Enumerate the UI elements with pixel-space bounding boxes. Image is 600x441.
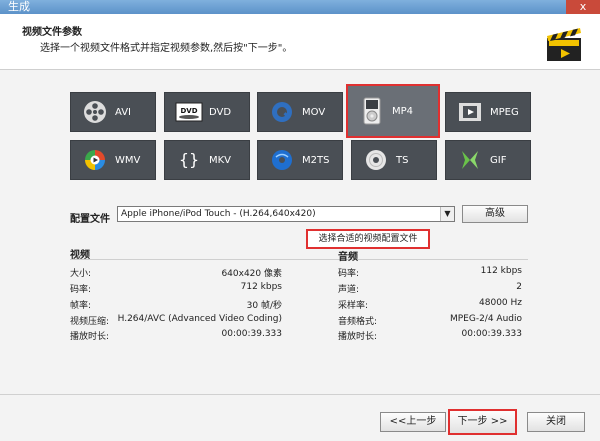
format-label: MKV bbox=[209, 154, 232, 166]
format-ts-button[interactable]: TS bbox=[351, 140, 437, 180]
format-label: GIF bbox=[490, 154, 507, 166]
title-bar: 生成 x bbox=[0, 0, 600, 14]
page-title: 视频文件参数 bbox=[22, 27, 82, 38]
audio-info-value: 00:00:39.333 bbox=[461, 329, 522, 339]
format-dvd-button[interactable]: DVD DVD bbox=[164, 92, 250, 132]
profile-dropdown-value: Apple iPhone/iPod Touch - (H.264,640x420… bbox=[121, 209, 316, 219]
film-reel-icon bbox=[79, 100, 111, 124]
gif-icon bbox=[454, 148, 486, 172]
disc-icon bbox=[360, 148, 392, 172]
format-label: TS bbox=[396, 154, 409, 166]
audio-info-value: MPEG-2/4 Audio bbox=[449, 314, 522, 324]
video-info-value: H.264/AVC (Advanced Video Coding) bbox=[117, 314, 282, 324]
page-subtitle: 选择一个视频文件格式并指定视频参数,然后按"下一步"。 bbox=[40, 43, 293, 54]
advanced-button[interactable]: 高级 bbox=[462, 205, 528, 223]
audio-info-key: 码率: bbox=[338, 269, 360, 279]
audio-section-title: 音频 bbox=[338, 252, 358, 263]
format-label: MP4 bbox=[392, 105, 414, 117]
dvd-icon: DVD bbox=[173, 102, 205, 122]
window-close-button[interactable]: x bbox=[566, 0, 600, 14]
next-button[interactable]: 下一步 >> bbox=[448, 409, 517, 435]
format-m2ts-button[interactable]: M2TS bbox=[257, 140, 343, 180]
video-info-value: 712 kbps bbox=[240, 282, 282, 292]
audio-info-key: 播放时长: bbox=[338, 332, 378, 342]
video-info-key: 帧率: bbox=[70, 301, 92, 311]
format-mov-button[interactable]: MOV bbox=[257, 92, 343, 132]
audio-info-value: 48000 Hz bbox=[479, 298, 522, 308]
video-info-value: 640x420 像素 bbox=[221, 269, 282, 279]
audio-info-value: 2 bbox=[516, 282, 522, 292]
audio-info-value: 112 kbps bbox=[480, 266, 522, 276]
format-label: WMV bbox=[115, 154, 141, 166]
section-divider bbox=[70, 259, 528, 260]
back-button[interactable]: <<上一步 bbox=[380, 412, 446, 432]
windows-media-icon bbox=[79, 148, 111, 172]
footer-divider bbox=[0, 394, 600, 395]
braces-icon: {} bbox=[173, 148, 205, 172]
video-info-key: 码率: bbox=[70, 285, 92, 295]
format-avi-button[interactable]: AVI bbox=[70, 92, 156, 132]
format-label: MPEG bbox=[490, 106, 519, 118]
format-label: MOV bbox=[302, 106, 326, 118]
format-mpeg-button[interactable]: MPEG bbox=[445, 92, 531, 132]
audio-info-key: 声道: bbox=[338, 285, 360, 295]
format-label: AVI bbox=[115, 106, 131, 118]
video-info-key: 播放时长: bbox=[70, 332, 110, 342]
quicktime-icon bbox=[266, 100, 298, 124]
ipod-icon bbox=[356, 97, 388, 125]
profile-dropdown[interactable]: Apple iPhone/iPod Touch - (H.264,640x420… bbox=[117, 206, 455, 222]
chevron-down-icon[interactable]: ▼ bbox=[440, 207, 454, 221]
format-mp4-button[interactable]: MP4 bbox=[346, 84, 440, 138]
format-gif-button[interactable]: GIF bbox=[445, 140, 531, 180]
video-info-value: 30 帧/秒 bbox=[246, 301, 282, 311]
audio-info-key: 音频格式: bbox=[338, 317, 378, 327]
format-wmv-button[interactable]: WMV bbox=[70, 140, 156, 180]
film-strip-icon bbox=[454, 102, 486, 122]
header-panel: 视频文件参数 选择一个视频文件格式并指定视频参数,然后按"下一步"。 bbox=[0, 14, 600, 70]
video-info-value: 00:00:39.333 bbox=[221, 329, 282, 339]
window-title: 生成 bbox=[8, 0, 30, 13]
format-label: DVD bbox=[209, 106, 232, 118]
close-button[interactable]: 关闭 bbox=[527, 412, 585, 432]
audio-info-key: 采样率: bbox=[338, 301, 369, 311]
svg-text:{}: {} bbox=[179, 150, 199, 169]
clapperboard-icon bbox=[547, 28, 581, 61]
svg-text:DVD: DVD bbox=[180, 107, 197, 115]
profile-tooltip: 选择合适的视频配置文件 bbox=[306, 229, 430, 249]
profile-label: 配置文件 bbox=[70, 214, 110, 225]
format-label: M2TS bbox=[302, 154, 330, 166]
video-info-key: 视频压缩: bbox=[70, 317, 110, 327]
bluray-icon bbox=[266, 148, 298, 172]
video-info-key: 大小: bbox=[70, 269, 92, 279]
format-mkv-button[interactable]: {} MKV bbox=[164, 140, 250, 180]
